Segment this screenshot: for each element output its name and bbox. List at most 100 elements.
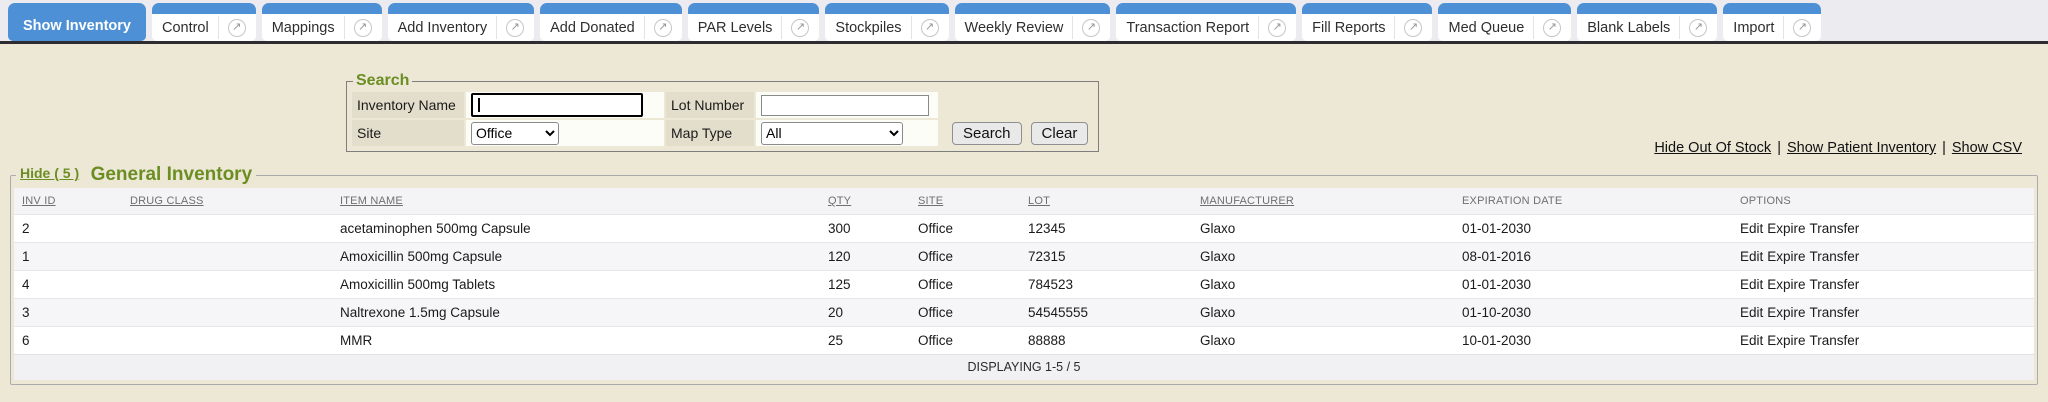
- popout-icon[interactable]: ↗: [1268, 19, 1286, 37]
- tab-stockpiles[interactable]: Stockpiles ↗: [825, 3, 948, 41]
- option-edit[interactable]: Edit: [1740, 305, 1763, 320]
- popout-icon[interactable]: ↗: [506, 19, 524, 37]
- popout-icon[interactable]: ↗: [228, 19, 246, 37]
- inventory-name-input[interactable]: [471, 93, 643, 117]
- tab-divider: [781, 16, 782, 39]
- inventory-table: INV IDDRUG CLASSITEM NAMEQTYSITELOTMANUF…: [14, 188, 2034, 380]
- inventory-table-head: INV IDDRUG CLASSITEM NAMEQTYSITELOTMANUF…: [14, 188, 2034, 214]
- option-expire[interactable]: Expire: [1767, 221, 1805, 236]
- column-header-item-name[interactable]: ITEM NAME: [332, 188, 820, 214]
- option-transfer[interactable]: Transfer: [1810, 333, 1860, 348]
- cell-manufacturer: Glaxo: [1192, 298, 1454, 326]
- popout-icon[interactable]: ↗: [1689, 19, 1707, 37]
- cell-lot: 54545555: [1020, 298, 1192, 326]
- link-hide-out-of-stock[interactable]: Hide Out Of Stock: [1654, 140, 1771, 156]
- option-expire[interactable]: Expire: [1767, 333, 1805, 348]
- tab-fill-reports[interactable]: Fill Reports↗: [1302, 3, 1432, 41]
- popout-icon[interactable]: ↗: [1404, 19, 1422, 37]
- tab-body: Mappings↗: [262, 14, 382, 41]
- tab-par-levels[interactable]: PAR Levels ↗: [688, 3, 820, 41]
- tab-divider: [1783, 16, 1784, 39]
- option-transfer[interactable]: Transfer: [1810, 221, 1860, 236]
- cell-qty: 20: [820, 298, 910, 326]
- tab-body: Control↗: [152, 14, 256, 41]
- popout-icon[interactable]: ↗: [1082, 19, 1100, 37]
- option-edit[interactable]: Edit: [1740, 221, 1763, 236]
- tab-top-bar: [688, 3, 820, 14]
- option-edit[interactable]: Edit: [1740, 277, 1763, 292]
- tab-label: Stockpiles: [835, 20, 901, 36]
- cell-item-name: Amoxicillin 500mg Tablets: [332, 270, 820, 298]
- tab-divider: [1533, 16, 1534, 39]
- tab-label: Weekly Review: [965, 20, 1064, 36]
- tab-med-queue[interactable]: Med Queue ↗: [1438, 3, 1571, 41]
- tab-divider: [1394, 16, 1395, 39]
- search-button[interactable]: Search: [952, 122, 1022, 145]
- tab-body: Add Inventory↗: [388, 14, 534, 41]
- cell-expiration-date: 10-01-2030: [1454, 326, 1732, 354]
- map-type-select[interactable]: All: [761, 122, 903, 145]
- option-expire[interactable]: Expire: [1767, 305, 1805, 320]
- table-row: 3Naltrexone 1.5mg Capsule20Office5454555…: [14, 298, 2034, 326]
- popout-icon[interactable]: ↗: [791, 19, 809, 37]
- column-header-site[interactable]: SITE: [910, 188, 1020, 214]
- popout-icon[interactable]: ↗: [1543, 19, 1561, 37]
- tab-label: Show Inventory: [23, 18, 131, 34]
- clear-button[interactable]: Clear: [1031, 122, 1089, 145]
- link-show-patient-inventory[interactable]: Show Patient Inventory: [1787, 140, 1936, 156]
- tab-weekly-review[interactable]: Weekly Review ↗: [955, 3, 1111, 41]
- tab-top-bar: [1438, 3, 1571, 14]
- option-transfer[interactable]: Transfer: [1810, 249, 1860, 264]
- tab-top-bar: [1723, 3, 1821, 14]
- option-edit[interactable]: Edit: [1740, 249, 1763, 264]
- tab-blank-labels[interactable]: Blank Labels↗: [1577, 3, 1717, 41]
- column-header-manufacturer[interactable]: MANUFACTURER: [1192, 188, 1454, 214]
- popout-icon[interactable]: ↗: [921, 19, 939, 37]
- tab-body: PAR Levels ↗: [688, 14, 820, 41]
- tab-top-bar: [540, 3, 682, 14]
- tab-top-bar: [1302, 3, 1432, 14]
- inventory-table-body: 2acetaminophen 500mg Capsule300Office123…: [14, 214, 2034, 354]
- cell-drug-class: [122, 298, 332, 326]
- tab-label: Med Queue: [1448, 20, 1524, 36]
- tab-body: Blank Labels↗: [1577, 14, 1717, 41]
- tab-add-inventory[interactable]: Add Inventory↗: [388, 3, 534, 41]
- search-form: Inventory Name Lot Number Site Office Ma…: [352, 92, 1093, 146]
- cell-inv-id: 4: [14, 270, 122, 298]
- column-header-inv-id[interactable]: INV ID: [14, 188, 122, 214]
- hide-link[interactable]: Hide ( 5 ): [20, 165, 79, 181]
- popout-icon[interactable]: ↗: [1793, 19, 1811, 37]
- cell-manufacturer: Glaxo: [1192, 326, 1454, 354]
- tab-transaction-report[interactable]: Transaction Report ↗: [1116, 3, 1296, 41]
- lot-number-input[interactable]: [761, 95, 929, 116]
- popout-icon[interactable]: ↗: [354, 19, 372, 37]
- cell-lot: 72315: [1020, 242, 1192, 270]
- option-edit[interactable]: Edit: [1740, 333, 1763, 348]
- inventory-name-cell: [466, 92, 664, 118]
- tab-divider: [218, 16, 219, 39]
- tab-import[interactable]: Import↗: [1723, 3, 1821, 41]
- tab-control[interactable]: Control↗: [152, 3, 256, 41]
- cell-qty: 125: [820, 270, 910, 298]
- cell-drug-class: [122, 270, 332, 298]
- popout-icon[interactable]: ↗: [654, 19, 672, 37]
- column-header-qty[interactable]: QTY: [820, 188, 910, 214]
- tab-divider: [1258, 16, 1259, 39]
- column-header-lot[interactable]: LOT: [1020, 188, 1192, 214]
- tab-body: Weekly Review ↗: [955, 14, 1111, 41]
- option-expire[interactable]: Expire: [1767, 277, 1805, 292]
- tab-mappings[interactable]: Mappings↗: [262, 3, 382, 41]
- link-show-csv[interactable]: Show CSV: [1952, 140, 2022, 156]
- tab-divider: [344, 16, 345, 39]
- tab-add-donated[interactable]: Add Donated↗: [540, 3, 682, 41]
- option-expire[interactable]: Expire: [1767, 249, 1805, 264]
- tab-label: PAR Levels: [698, 20, 773, 36]
- option-transfer[interactable]: Transfer: [1810, 305, 1860, 320]
- option-transfer[interactable]: Transfer: [1810, 277, 1860, 292]
- tab-label: Transaction Report: [1126, 20, 1249, 36]
- site-select[interactable]: Office: [471, 122, 559, 145]
- column-header-drug-class[interactable]: DRUG CLASS: [122, 188, 332, 214]
- search-panel: Search Inventory Name Lot Number Site Of…: [346, 72, 1099, 152]
- tab-show-inventory[interactable]: Show Inventory: [8, 3, 146, 41]
- cell-options: Edit Expire Transfer: [1732, 298, 2034, 326]
